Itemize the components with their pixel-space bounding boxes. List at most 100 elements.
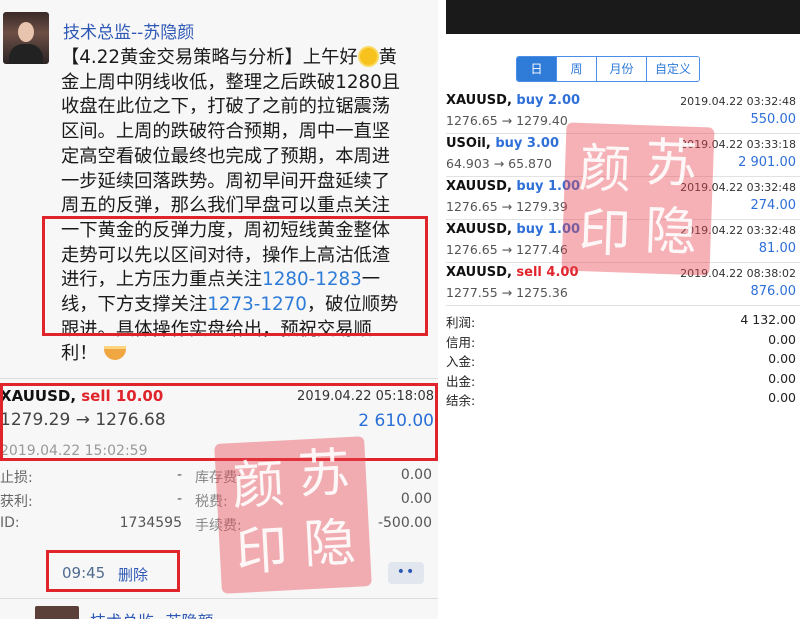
trade-price: 1279.29 → 1276.68 — [0, 410, 166, 430]
post-line-text: 跟进。具体操作实盘给出，预祝交易顺 — [61, 318, 372, 340]
order-symbol-text: XAUUSD, — [446, 265, 517, 280]
summary-label: 信用: — [446, 334, 476, 350]
detail-row: ID: 1734595 手续费: -500.00 — [0, 515, 438, 537]
detail-row: 止损: - 库存费: 0.00 — [0, 467, 438, 489]
summary-value: 4 132.00 — [740, 312, 796, 327]
period-tabs: 日 周 月份 自定义 — [516, 56, 700, 82]
post-line: 跟进。具体操作实盘给出，预祝交易顺 — [61, 318, 438, 343]
divider — [446, 219, 800, 220]
detail-value: -500.00 — [377, 515, 432, 531]
tab-week[interactable]: 周 — [557, 57, 597, 81]
order-side: buy 1.00 — [516, 179, 581, 194]
trade-open-time: 2019.04.22 15:02:59 — [0, 443, 148, 459]
post-line-text: 【4.22黄金交易策略与分析】上午好 — [61, 47, 358, 68]
chat-panel: 技术总监--苏隐颜 【4.22黄金交易策略与分析】上午好黄金上周中阴线收低，整理… — [0, 0, 438, 619]
tab-custom[interactable]: 自定义 — [647, 57, 699, 81]
post-line: 区间。上周的跌破符合预期，周中一直坚 — [61, 120, 438, 145]
order-side: buy 3.00 — [495, 136, 559, 151]
history-panel: 日 周 月份 自定义 XAUUSD, buy 2.00 2019.04.22 03… — [446, 0, 800, 619]
post-line-text: 定高空看破位最终也完成了预期，本周进 — [61, 145, 391, 167]
summary-value: 0.00 — [768, 370, 796, 386]
detail-label: 手续费: — [195, 518, 242, 534]
order-row[interactable]: XAUUSD, buy 1.00 2019.04.22 03:32:48 1276.… — [446, 179, 800, 220]
order-symbol: XAUUSD, buy 1.00 — [446, 222, 580, 237]
more-button[interactable]: •• — [388, 562, 424, 584]
divider — [446, 176, 800, 177]
order-price: 1276.65 → 1279.40 — [446, 113, 568, 128]
post-line-text: 周五的反弹，那么我们早盘可以重点关注 — [61, 195, 391, 217]
post-line-text: 一步延续回落跌势。周初早间开盘延续了 — [61, 170, 391, 192]
order-time: 2019.04.22 03:32:48 — [680, 181, 796, 194]
order-side: buy 1.00 — [516, 222, 581, 237]
divider — [0, 598, 438, 599]
order-profit: 81.00 — [758, 241, 796, 256]
order-price: 64.903 → 65.870 — [446, 156, 552, 171]
sender-name[interactable]: 技术总监--苏隐颜 — [63, 18, 194, 43]
post-line: 走势可以先以区间对待，操作上高沽低渣 — [61, 244, 438, 269]
summary-row: 利润: 4 132.00 — [446, 312, 800, 332]
post-line-text: ，破位顺势 — [306, 294, 399, 316]
summary-label: 出金: — [446, 373, 476, 389]
order-symbol: XAUUSD, sell 4.00 — [446, 265, 579, 280]
post-line-text: 走势可以先以区间对待，操作上高沽低渣 — [61, 244, 391, 266]
order-profit: 2 901.00 — [738, 155, 796, 170]
post-line-text: 黄 — [378, 47, 397, 68]
detail-value: - — [176, 467, 182, 483]
message-time: 09:45 — [62, 564, 106, 582]
detail-value: - — [176, 491, 182, 507]
divider — [446, 262, 800, 263]
bowl-emoji-icon — [103, 346, 126, 361]
summary-label: 入金: — [446, 354, 476, 369]
order-symbol-text: USOil, — [446, 136, 496, 151]
sender-avatar[interactable] — [3, 12, 49, 64]
price-range-link[interactable]: 1280-1283 — [262, 269, 362, 290]
post-text: 【4.22黄金交易策略与分析】上午好黄金上周中阴线收低，整理之后跌破1280且收… — [61, 46, 438, 367]
summary-value: 0.00 — [768, 351, 796, 366]
divider — [446, 305, 800, 306]
next-sender-avatar[interactable] — [35, 606, 79, 619]
detail-label: 获利: — [0, 494, 33, 510]
summary-row: 信用: 0.00 — [446, 332, 800, 352]
order-symbol: USOil, buy 3.00 — [446, 136, 559, 151]
trade-profit: 2 610.00 — [358, 411, 434, 431]
next-sender-name[interactable]: 技术总监--苏隐颜 — [90, 608, 214, 619]
detail-label: ID: — [0, 515, 20, 531]
post-line-text: 区间。上周的跌破符合预期，周中一直坚 — [61, 121, 391, 143]
post-line-text: 利！ — [61, 343, 98, 365]
post-line-text: 一下黄金的反弹力度，周初短线黄金整体 — [61, 219, 391, 241]
price-range-link[interactable]: 1273-1270 — [207, 294, 307, 315]
post-line: 一下黄金的反弹力度，周初短线黄金整体 — [61, 219, 438, 244]
order-symbol-text: XAUUSD, — [446, 179, 517, 194]
order-symbol-text: XAUUSD, — [446, 93, 517, 108]
post-line: 【4.22黄金交易策略与分析】上午好黄 — [61, 46, 438, 71]
order-profit: 550.00 — [750, 112, 797, 127]
summary-value: 0.00 — [768, 390, 796, 405]
detail-row: 获利: - 税费: 0.00 — [0, 491, 438, 513]
order-symbol-text: XAUUSD, — [446, 222, 517, 237]
detail-label: 止损: — [0, 470, 33, 486]
order-time: 2019.04.22 08:38:02 — [680, 267, 796, 280]
trade-side: sell 10.00 — [81, 387, 164, 405]
order-time: 2019.04.22 03:33:18 — [680, 138, 796, 151]
post-line-text: 进行，上方压力重点关注 — [61, 269, 263, 291]
post-line: 一步延续回落跌势。周初早间开盘延续了 — [61, 170, 438, 195]
order-price: 1276.65 → 1277.46 — [446, 242, 568, 257]
order-row[interactable]: XAUUSD, buy 1.00 2019.04.22 03:32:48 1276.… — [446, 222, 800, 263]
post-line: 金上周中阴线收低，整理之后跌破1280且 — [61, 71, 438, 96]
order-row[interactable]: XAUUSD, buy 2.00 2019.04.22 03:32:48 1276.… — [446, 93, 800, 134]
panel-gap — [438, 0, 446, 619]
order-profit: 274.00 — [750, 198, 797, 213]
delete-link[interactable]: 删除 — [118, 564, 148, 585]
tab-day[interactable]: 日 — [517, 57, 557, 81]
post-line-text: 收盘在此位之下，打破了之前的拉锯震荡 — [61, 96, 391, 118]
detail-value: 0.00 — [400, 467, 432, 483]
tab-month[interactable]: 月份 — [597, 57, 647, 81]
order-side: sell 4.00 — [516, 265, 579, 280]
order-symbol: XAUUSD, buy 2.00 — [446, 93, 580, 108]
order-row[interactable]: XAUUSD, sell 4.00 2019.04.22 08:38:02 1277… — [446, 265, 800, 306]
detail-value: 1734595 — [119, 515, 182, 531]
post-line-text: 线，下方支撑关注 — [61, 294, 208, 316]
summary-label: 结余: — [446, 393, 476, 408]
post-line-text: 金上周中阴线收低，整理之后跌破1280且 — [61, 71, 401, 93]
order-row[interactable]: USOil, buy 3.00 2019.04.22 03:33:18 64.903… — [446, 136, 800, 177]
